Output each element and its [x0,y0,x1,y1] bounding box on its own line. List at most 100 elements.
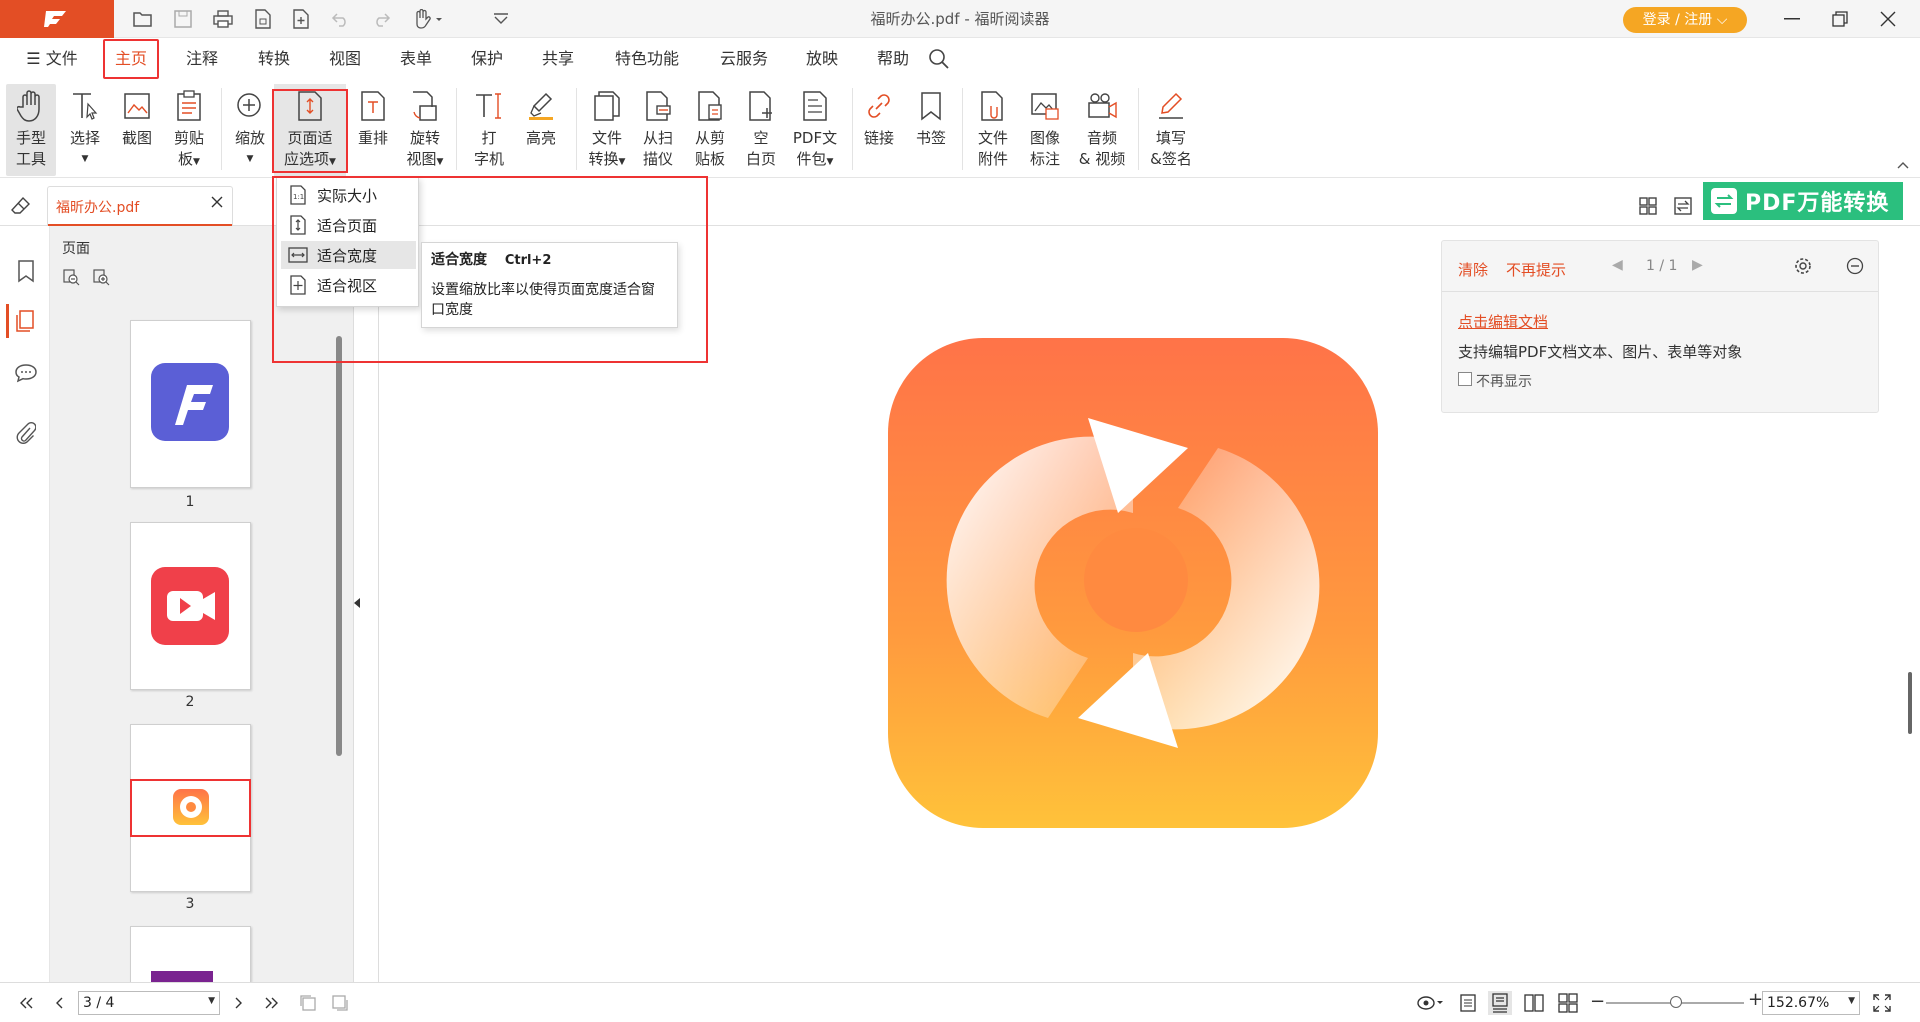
clipboard-button[interactable]: 剪贴 板▼ [164,84,214,176]
image-annotation-button[interactable]: 图像 标注 [1020,84,1070,176]
page-number-input[interactable]: 3 / 4 ▼ [78,991,220,1015]
continuous-facing-view-icon[interactable] [1556,991,1580,1015]
tab-protect[interactable]: 保护 [463,38,511,80]
customize-quick-access-icon[interactable] [488,6,514,32]
close-tab-icon[interactable] [210,195,226,211]
tab-slideshow[interactable]: 放映 [798,38,846,80]
create-pdf-icon[interactable] [250,6,276,32]
print-icon[interactable] [210,6,236,32]
reflow-button[interactable]: 重排 [350,84,396,176]
tab-form[interactable]: 表单 [392,38,440,80]
from-clipboard-button[interactable]: 从剪 贴板 [686,84,734,176]
next-view-icon[interactable] [328,991,352,1015]
file-menu[interactable]: ☰ 文件 [20,38,84,80]
tab-help[interactable]: 帮助 [869,38,917,80]
bookmark-button[interactable]: 书签 [908,84,954,176]
hand-tool-button[interactable]: 手型 工具 [6,84,56,176]
zoom-slider-knob[interactable] [1670,996,1683,1008]
attachments-panel-icon[interactable] [9,416,43,450]
zoom-slider[interactable] [1606,996,1744,1008]
highlight-button[interactable]: 高亮 [518,84,564,176]
comments-panel-icon[interactable] [9,356,43,390]
zoom-in-plus-icon[interactable]: + [1748,989,1763,1010]
blank-page-button[interactable]: 空白页 [738,84,784,176]
bookmark-panel-icon[interactable] [9,254,43,288]
restore-button[interactable] [1825,6,1855,32]
file-attachment-button[interactable]: 文件 附件 [968,84,1018,176]
menu-item-actual-size[interactable]: 1:1 实际大小 [281,181,416,209]
previous-view-icon[interactable] [296,991,320,1015]
minimize-panel-icon[interactable] [1846,257,1866,277]
next-page-icon[interactable] [226,991,250,1015]
menu-item-fit-page[interactable]: 适合页面 [281,211,416,239]
tab-cloud[interactable]: 云服务 [712,38,776,80]
ribbon-separator [456,88,457,170]
settings-gear-icon[interactable] [1794,257,1814,277]
facing-view-icon[interactable] [1522,991,1546,1015]
document-scrollbar[interactable] [1908,672,1912,734]
compare-icon[interactable] [1673,196,1695,218]
pages-panel-icon[interactable] [6,304,40,338]
new-file-icon[interactable] [288,6,314,32]
dont-show-checkbox[interactable] [1458,372,1472,386]
last-page-icon[interactable] [260,991,284,1015]
thumbnail-scrollbar[interactable] [336,336,342,756]
continuous-view-icon[interactable] [1488,991,1512,1015]
page-thumbnail-3[interactable] [130,724,251,892]
close-window-button[interactable] [1873,6,1903,32]
link-button[interactable]: 链接 [856,84,902,176]
first-page-icon[interactable] [14,991,38,1015]
zoom-out-icon[interactable]: − [1590,991,1605,1012]
minimize-button[interactable] [1777,6,1807,32]
edit-document-link[interactable]: 点击编辑文档 [1458,311,1548,332]
typewriter-button[interactable]: 打字机 [466,84,512,176]
tab-share[interactable]: 共享 [534,38,582,80]
grid-view-icon[interactable] [1638,196,1660,218]
tab-comment[interactable]: 注释 [178,38,226,80]
fullscreen-icon[interactable] [1870,991,1894,1015]
page-thumbnail-2[interactable] [130,522,251,690]
eraser-icon[interactable] [10,195,32,217]
undo-icon[interactable] [328,6,354,32]
zoom-out-thumbnail-icon[interactable] [62,268,82,288]
tab-convert[interactable]: 转换 [250,38,298,80]
zoom-in-thumbnail-icon[interactable] [92,268,112,288]
collapse-panel-arrow-icon[interactable] [352,596,366,616]
search-icon[interactable] [928,48,950,70]
open-file-icon[interactable] [130,6,156,32]
login-register-button[interactable]: 登录 / 注册 ⌵ [1623,7,1747,33]
page-thumbnail-1[interactable] [130,320,251,488]
audio-video-button[interactable]: 音频 & 视频 [1074,84,1130,176]
hamburger-icon: ☰ [26,49,41,68]
menu-item-fit-width[interactable]: 适合宽度 [281,241,416,269]
tab-special[interactable]: 特色功能 [607,38,687,80]
select-tool-button[interactable]: 选择 ▼ [60,84,110,176]
file-convert-button[interactable]: 文件 转换▼ [582,84,632,176]
save-icon[interactable] [170,6,196,32]
screenshot-button[interactable]: 截图 [112,84,162,176]
clear-link[interactable]: 清除 [1458,259,1488,280]
from-scanner-button[interactable]: 从扫 描仪 [634,84,682,176]
prev-tip-icon[interactable]: ◀ [1612,257,1623,273]
zoom-dropdown-caret-icon: ▼ [1848,996,1855,1006]
hand-tool-quick-icon[interactable] [410,6,446,32]
pdf-package-button[interactable]: PDF文 件包▼ [788,84,842,176]
menu-item-fit-visible[interactable]: 适合视区 [281,271,416,299]
single-page-view-icon[interactable] [1456,991,1480,1015]
zoom-button[interactable]: 缩放 ▼ [226,84,274,176]
no-more-tips-link[interactable]: 不再提示 [1506,259,1566,280]
prev-page-icon[interactable] [48,991,72,1015]
tab-view[interactable]: 视图 [321,38,369,80]
rotate-view-button[interactable]: 旋转 视图▼ [400,84,450,176]
fill-sign-button[interactable]: 填写 &签名 [1144,84,1198,176]
document-tab[interactable]: 福昕办公.pdf [47,186,233,227]
page-fit-options-button[interactable]: 页面适 应选项▼ [274,84,346,176]
page-thumbnail-4[interactable] [130,926,251,983]
tab-home[interactable]: 主页 [103,39,159,79]
reading-mode-icon[interactable] [1414,991,1448,1015]
next-tip-icon[interactable]: ▶ [1692,257,1703,273]
redo-icon[interactable] [368,6,394,32]
collapse-ribbon-icon[interactable] [1896,160,1910,172]
pdf-convert-banner[interactable]: PDF万能转换 [1703,182,1903,220]
zoom-level-input[interactable]: 152.67% ▼ [1762,991,1860,1015]
